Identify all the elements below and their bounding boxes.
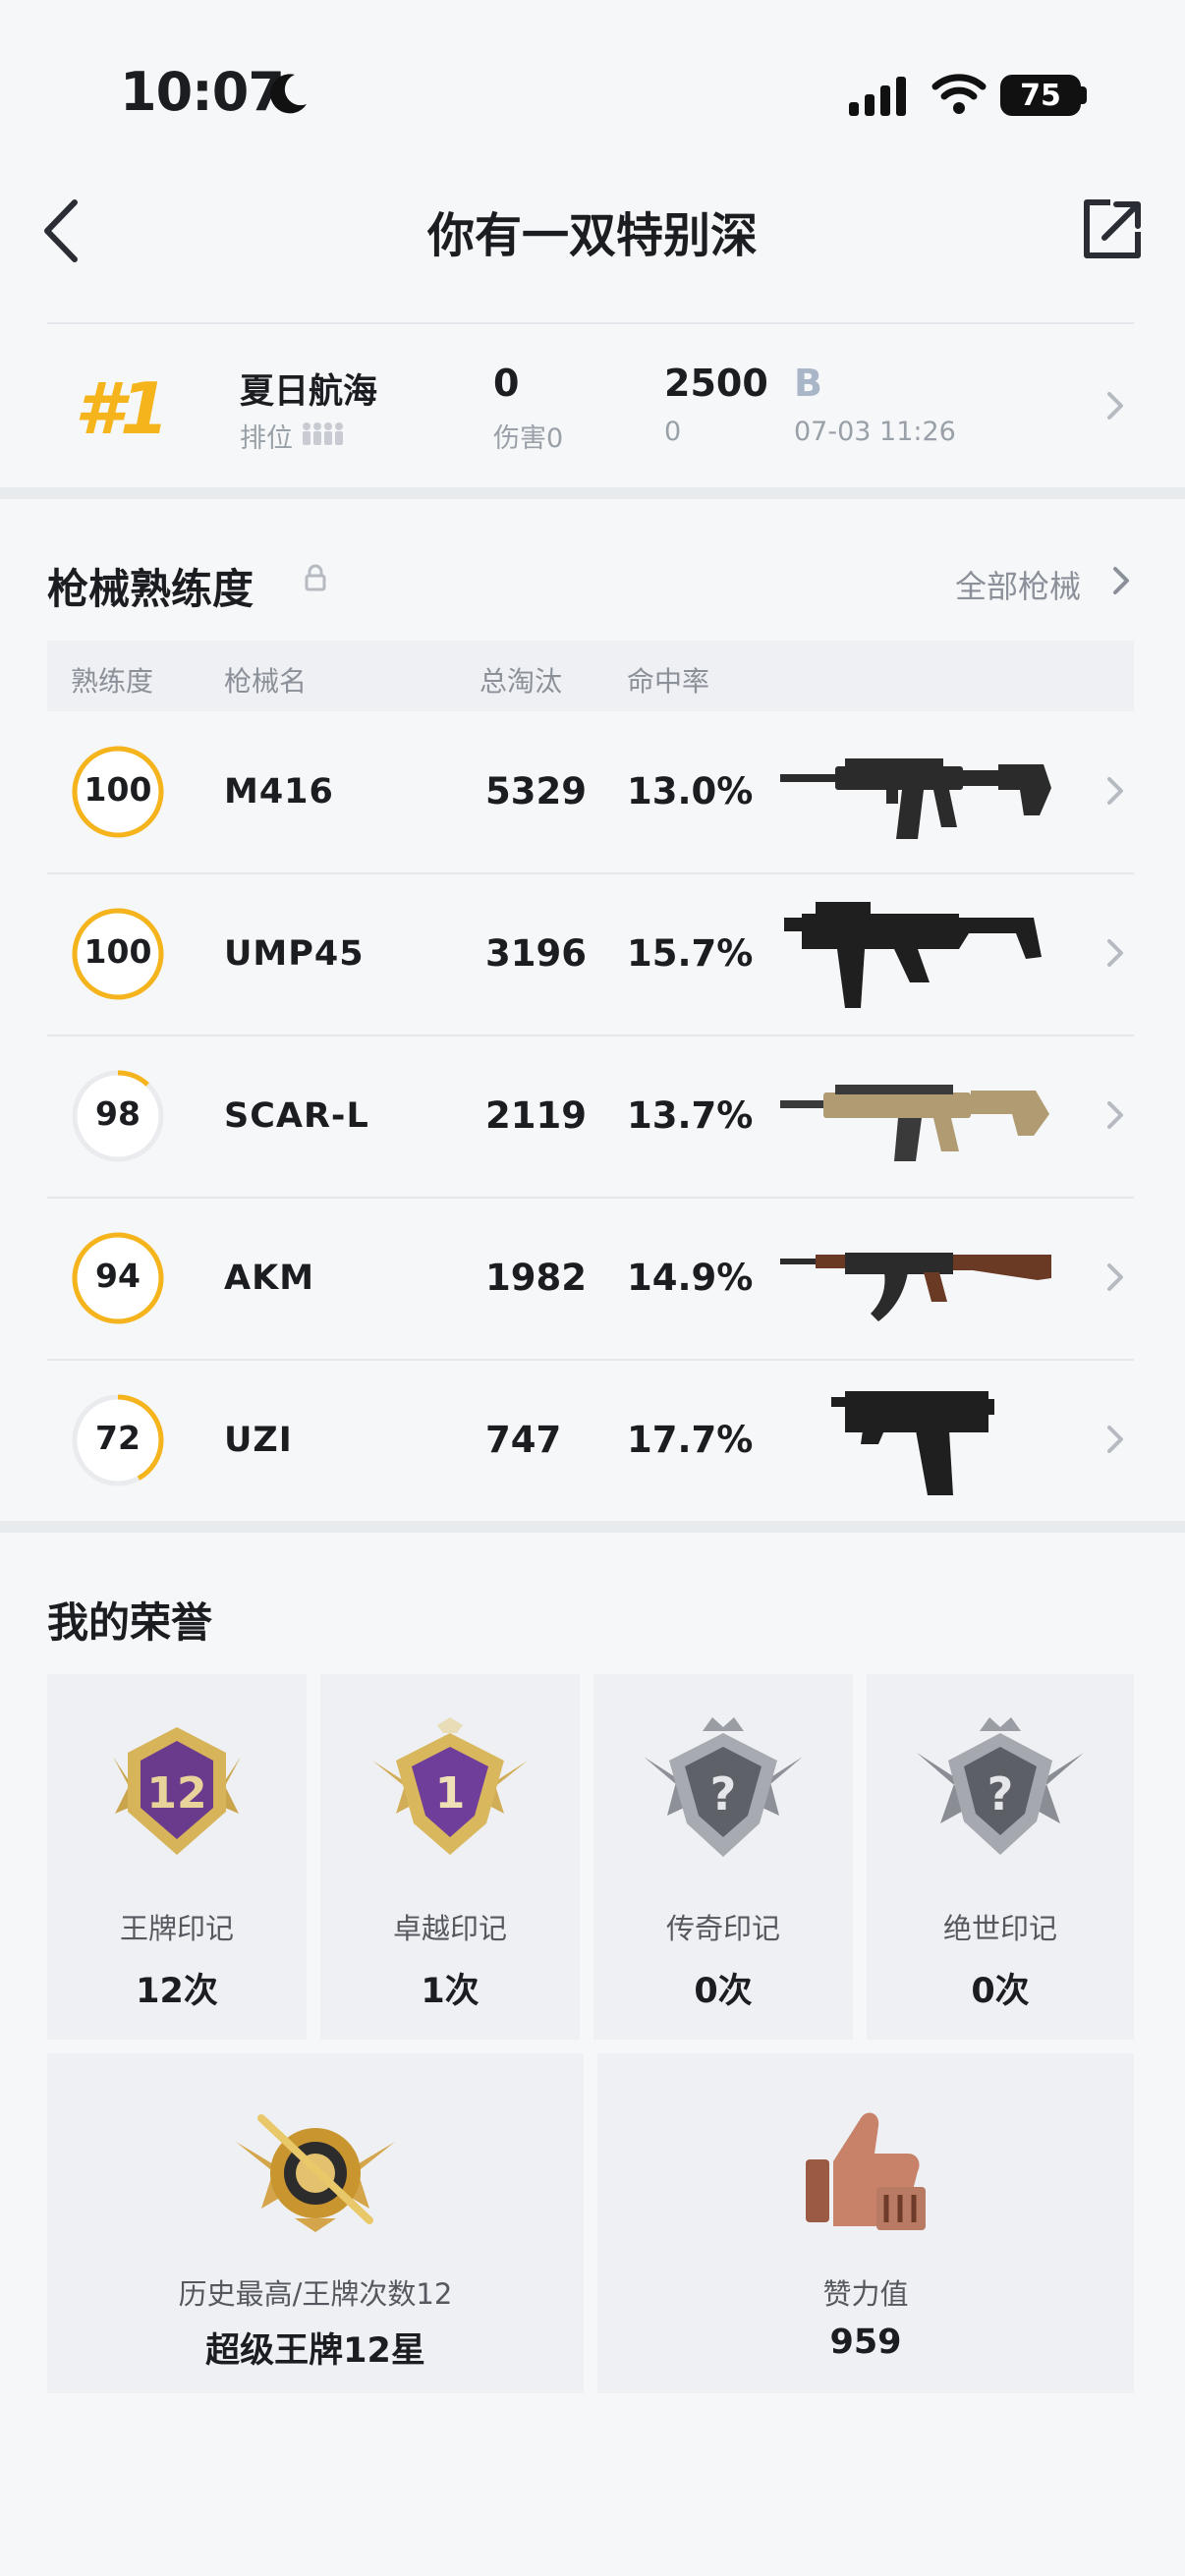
svg-text:12: 12	[146, 1768, 206, 1819]
ump45-smg-icon	[784, 902, 1042, 1008]
proficiency-value: 72	[95, 1419, 141, 1457]
chevron-right-icon[interactable]	[1112, 566, 1130, 595]
honor-label: 卓越印记	[392, 1912, 507, 1945]
page-title: 你有一双特别深	[426, 208, 758, 263]
match-damage: 伤害0	[493, 423, 564, 454]
scar-l-rifle-icon	[780, 1085, 1049, 1161]
svg-text:1: 1	[435, 1768, 466, 1819]
section-separator	[0, 487, 1185, 499]
lock-icon[interactable]	[305, 564, 326, 591]
wifi-icon	[931, 74, 987, 114]
match-score-change: 0	[664, 417, 682, 447]
peerless-badge-icon: ?	[917, 1717, 1084, 1855]
honor-count: 1次	[421, 1972, 480, 2011]
chevron-right-icon[interactable]	[1106, 1100, 1124, 1130]
uzi-smg-icon	[831, 1391, 994, 1495]
match-kills: 0	[493, 362, 520, 405]
column-header-weapon-name: 枪械名	[224, 665, 308, 698]
weapon-name: AKM	[224, 1259, 315, 1298]
weapon-total-kills: 747	[485, 1419, 562, 1461]
highest-tier-label: 历史最高/王牌次数12	[178, 2277, 453, 2311]
match-rank: #1	[75, 367, 169, 450]
status-time: 10:07	[120, 61, 285, 123]
thumbs-up-icon	[806, 2112, 926, 2230]
likes-label: 赞力值	[822, 2277, 909, 2311]
chevron-right-icon[interactable]	[1106, 1262, 1124, 1292]
match-time: 07-03 11:26	[794, 417, 956, 447]
weapon-total-kills: 3196	[485, 932, 587, 975]
match-score: 2500	[664, 362, 768, 405]
m416-rifle-icon	[780, 758, 1051, 839]
moon-icon	[270, 74, 307, 114]
proficiency-value: 100	[84, 932, 152, 971]
column-header-accuracy: 命中率	[627, 665, 710, 698]
honor-label: 王牌印记	[119, 1912, 234, 1945]
battery-indicator: 75	[1000, 75, 1081, 116]
highest-tier-value: 超级王牌12星	[205, 2331, 425, 2371]
weapon-name: UMP45	[224, 934, 365, 974]
weapon-accuracy: 17.7%	[627, 1419, 754, 1461]
match-tier-letter: B	[794, 362, 822, 405]
weapons-section-title: 枪械熟练度	[47, 565, 254, 613]
match-map-name: 夏日航海	[240, 372, 378, 412]
share-icon[interactable]	[1081, 196, 1144, 261]
honor-count: 12次	[136, 1972, 218, 2011]
weapon-accuracy: 13.7%	[627, 1094, 754, 1137]
column-header-total-kills: 总淘汰	[480, 665, 563, 698]
cellular-signal-icon	[849, 77, 906, 116]
weapon-name: UZI	[224, 1421, 293, 1460]
weapon-total-kills: 2119	[485, 1094, 587, 1137]
proficiency-value: 98	[95, 1094, 141, 1133]
all-weapons-link[interactable]: 全部枪械	[955, 562, 1081, 607]
squad-members-icon	[303, 422, 343, 445]
legend-badge-icon: ?	[644, 1717, 803, 1857]
svg-text:?: ?	[988, 1767, 1014, 1820]
weapon-total-kills: 1982	[485, 1257, 587, 1299]
match-mode-label: 排位	[240, 423, 293, 454]
chevron-right-icon[interactable]	[1106, 776, 1124, 806]
svg-text:?: ?	[710, 1767, 737, 1820]
chevron-right-icon[interactable]	[1106, 1425, 1124, 1454]
proficiency-value: 94	[95, 1257, 141, 1295]
likes-value: 959	[829, 2323, 902, 2362]
battery-nub	[1081, 86, 1087, 104]
weapon-accuracy: 15.7%	[627, 932, 754, 975]
weapon-name: M416	[224, 772, 334, 812]
weapons-table-header	[47, 641, 1134, 711]
honor-count: 0次	[694, 1972, 753, 2011]
honor-count: 0次	[971, 1972, 1030, 2011]
chevron-right-icon[interactable]	[1106, 391, 1124, 420]
ace-badge-icon: 12	[113, 1727, 241, 1855]
weapon-accuracy: 13.0%	[627, 770, 754, 812]
excellence-badge-icon: 1	[372, 1717, 528, 1855]
column-header-proficiency: 熟练度	[71, 665, 154, 698]
section-separator	[0, 1521, 1185, 1533]
weapon-total-kills: 5329	[485, 770, 587, 812]
weapon-accuracy: 14.9%	[627, 1257, 754, 1299]
akm-rifle-icon	[780, 1253, 1051, 1321]
honor-label: 绝世印记	[942, 1912, 1057, 1945]
chevron-right-icon[interactable]	[1106, 938, 1124, 968]
honors-section-title: 我的荣誉	[47, 1598, 213, 1647]
weapon-name: SCAR-L	[224, 1096, 369, 1136]
super-ace-badge-icon	[236, 2114, 395, 2232]
honor-label: 传奇印记	[665, 1912, 780, 1945]
recent-match-card[interactable]	[0, 324, 1185, 487]
proficiency-value: 100	[84, 770, 152, 809]
